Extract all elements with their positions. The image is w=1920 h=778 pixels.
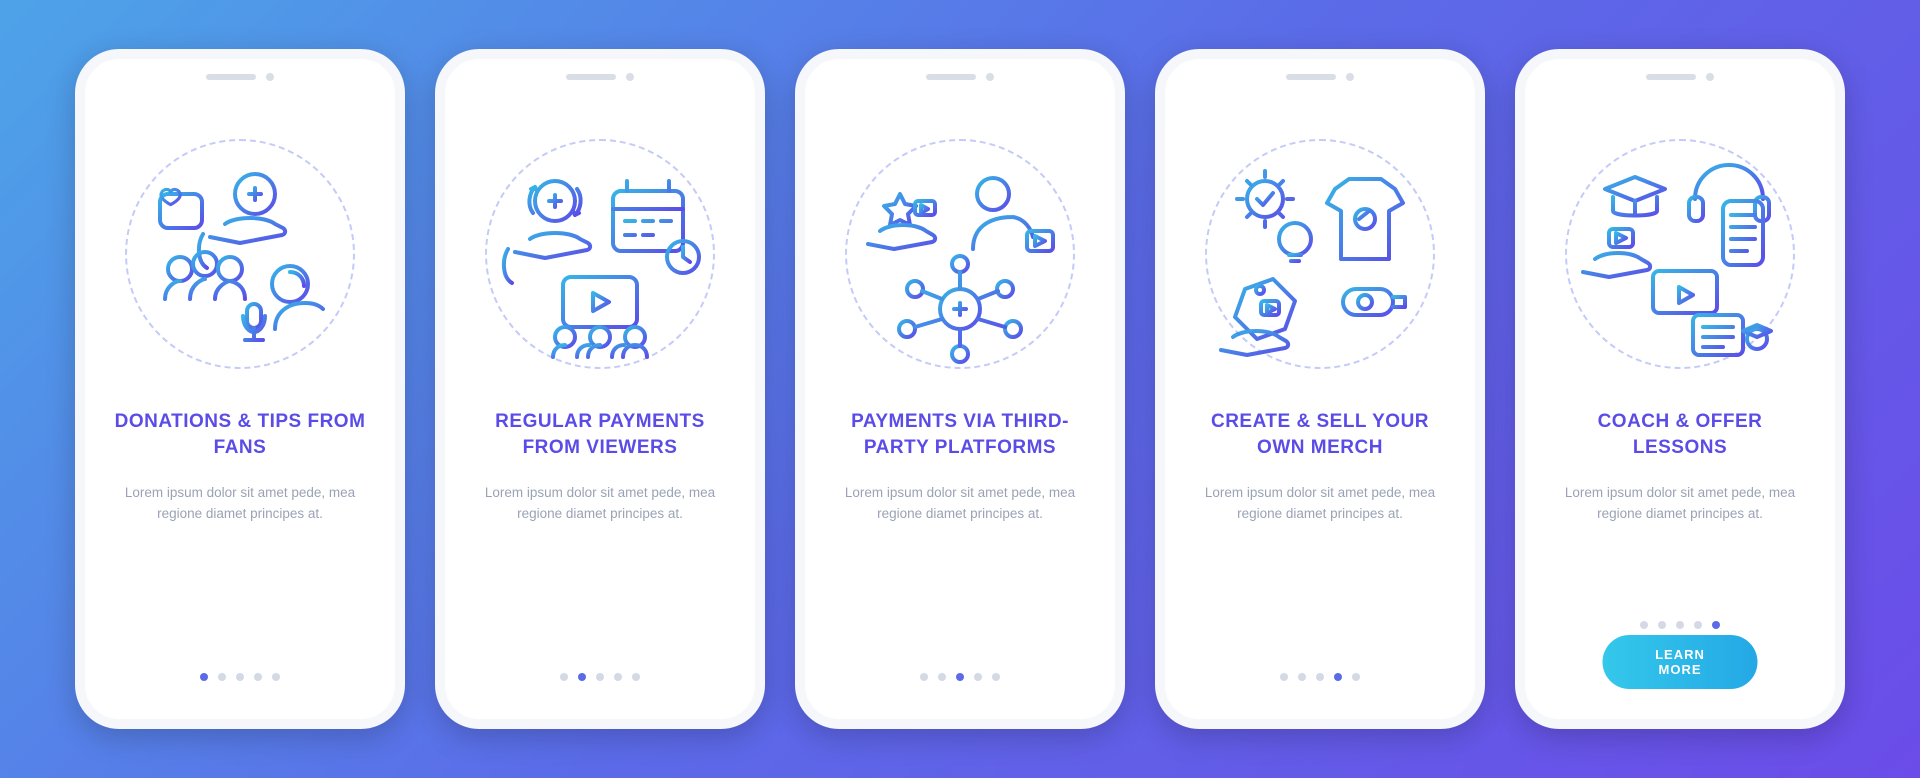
page-dot[interactable] — [614, 673, 622, 681]
page-dot[interactable] — [938, 673, 946, 681]
onboarding-phone-5: COACH & OFFER LESSONS Lorem ipsum dolor … — [1515, 49, 1845, 729]
page-dot[interactable] — [560, 673, 568, 681]
page-dot[interactable] — [218, 673, 226, 681]
regular-payments-icon — [485, 139, 715, 369]
page-dot[interactable] — [1712, 621, 1720, 629]
learn-more-button[interactable]: LEARN MORE — [1603, 635, 1758, 689]
page-indicator — [920, 673, 1000, 689]
phone-notch — [1286, 73, 1354, 81]
page-dot[interactable] — [272, 673, 280, 681]
page-dot[interactable] — [200, 673, 208, 681]
donations-tips-icon — [125, 139, 355, 369]
third-party-payments-icon — [845, 139, 1075, 369]
onboarding-phone-4: CREATE & SELL YOUR OWN MERCH Lorem ipsum… — [1155, 49, 1485, 729]
page-dot[interactable] — [1640, 621, 1648, 629]
screen-title: REGULAR PAYMENTS FROM VIEWERS — [473, 409, 727, 461]
phone-notch — [926, 73, 994, 81]
front-camera — [266, 73, 274, 81]
page-dot[interactable] — [254, 673, 262, 681]
dashed-circle — [125, 139, 355, 369]
page-dot[interactable] — [596, 673, 604, 681]
dashed-circle — [845, 139, 1075, 369]
page-dot[interactable] — [1298, 673, 1306, 681]
screen-description: Lorem ipsum dolor sit amet pede, mea reg… — [1195, 483, 1445, 525]
page-dot[interactable] — [1676, 621, 1684, 629]
front-camera — [986, 73, 994, 81]
create-sell-merch-icon — [1205, 139, 1435, 369]
speaker-slot — [206, 74, 256, 80]
front-camera — [626, 73, 634, 81]
page-indicator — [560, 673, 640, 689]
dashed-circle — [1565, 139, 1795, 369]
coach-lessons-icon — [1565, 139, 1795, 369]
page-dot[interactable] — [920, 673, 928, 681]
screen-description: Lorem ipsum dolor sit amet pede, mea reg… — [835, 483, 1085, 525]
page-dot[interactable] — [578, 673, 586, 681]
phone-notch — [1646, 73, 1714, 81]
page-dot[interactable] — [992, 673, 1000, 681]
screen-title: PAYMENTS VIA THIRD-PARTY PLATFORMS — [833, 409, 1087, 461]
page-dot[interactable] — [1280, 673, 1288, 681]
dashed-circle — [1205, 139, 1435, 369]
page-dot[interactable] — [632, 673, 640, 681]
onboarding-phone-1: DONATIONS & TIPS FROM FANS Lorem ipsum d… — [75, 49, 405, 729]
front-camera — [1346, 73, 1354, 81]
screen-description: Lorem ipsum dolor sit amet pede, mea reg… — [1555, 483, 1805, 525]
phone-notch — [206, 73, 274, 81]
speaker-slot — [926, 74, 976, 80]
dashed-circle — [485, 139, 715, 369]
page-dot[interactable] — [1334, 673, 1342, 681]
speaker-slot — [1286, 74, 1336, 80]
screen-description: Lorem ipsum dolor sit amet pede, mea reg… — [475, 483, 725, 525]
onboarding-phone-2: REGULAR PAYMENTS FROM VIEWERS Lorem ipsu… — [435, 49, 765, 729]
page-dot[interactable] — [974, 673, 982, 681]
page-dot[interactable] — [1352, 673, 1360, 681]
front-camera — [1706, 73, 1714, 81]
page-dot[interactable] — [236, 673, 244, 681]
page-dot[interactable] — [1316, 673, 1324, 681]
page-indicator — [200, 673, 280, 689]
page-dot[interactable] — [1694, 621, 1702, 629]
page-dot[interactable] — [956, 673, 964, 681]
phone-notch — [566, 73, 634, 81]
page-dot[interactable] — [1658, 621, 1666, 629]
screen-title: COACH & OFFER LESSONS — [1553, 409, 1807, 461]
screen-title: DONATIONS & TIPS FROM FANS — [113, 409, 367, 461]
page-indicator — [1280, 673, 1360, 689]
screen-description: Lorem ipsum dolor sit amet pede, mea reg… — [115, 483, 365, 525]
speaker-slot — [566, 74, 616, 80]
onboarding-phone-3: PAYMENTS VIA THIRD-PARTY PLATFORMS Lorem… — [795, 49, 1125, 729]
speaker-slot — [1646, 74, 1696, 80]
screen-title: CREATE & SELL YOUR OWN MERCH — [1193, 409, 1447, 461]
